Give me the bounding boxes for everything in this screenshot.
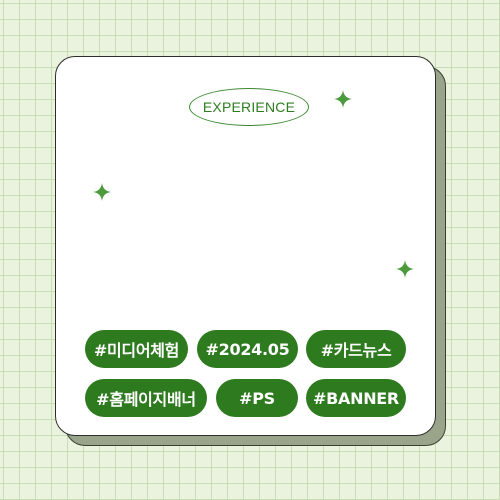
tag-label: #홈페이지배너: [96, 390, 196, 409]
experience-badge: EXPERIENCE: [189, 88, 309, 126]
tag-label: #2024.05: [205, 339, 290, 359]
sparkle-icon: [93, 183, 111, 201]
experience-badge-label: EXPERIENCE: [202, 99, 296, 115]
tag-media-experience[interactable]: #미디어체험: [85, 330, 188, 368]
tag-ps[interactable]: #PS: [216, 379, 298, 417]
sparkle-icon: [334, 90, 352, 108]
tag-homepage-banner[interactable]: #홈페이지배너: [85, 379, 207, 417]
tag-label: #BANNER: [313, 388, 399, 408]
tag-label: #미디어체험: [93, 341, 180, 360]
tag-label: #PS: [239, 388, 275, 408]
tag-banner[interactable]: #BANNER: [306, 379, 406, 417]
sparkle-icon: [396, 260, 414, 278]
tag-date[interactable]: #2024.05: [197, 330, 298, 368]
tag-card-news[interactable]: #카드뉴스: [306, 330, 406, 368]
tag-label: #카드뉴스: [320, 341, 392, 360]
